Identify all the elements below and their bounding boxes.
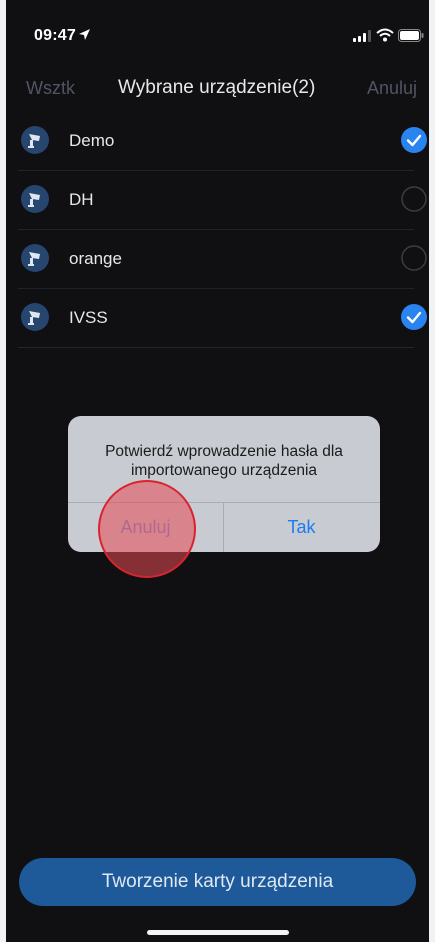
confirm-dialog: Potwierdź wprowadzenie hasła dla importo… <box>68 416 380 552</box>
home-indicator <box>147 930 289 935</box>
dialog-cancel-button[interactable]: Anuluj <box>68 503 223 552</box>
phone-screen: 09:47 Wsztk Wybrane urządzenie(2) Anuluj <box>6 0 429 942</box>
dialog-confirm-button[interactable]: Tak <box>224 503 379 552</box>
dialog-message: Potwierdź wprowadzenie hasła dla importo… <box>105 443 343 479</box>
create-device-card-button[interactable]: Tworzenie karty urządzenia <box>19 858 416 906</box>
